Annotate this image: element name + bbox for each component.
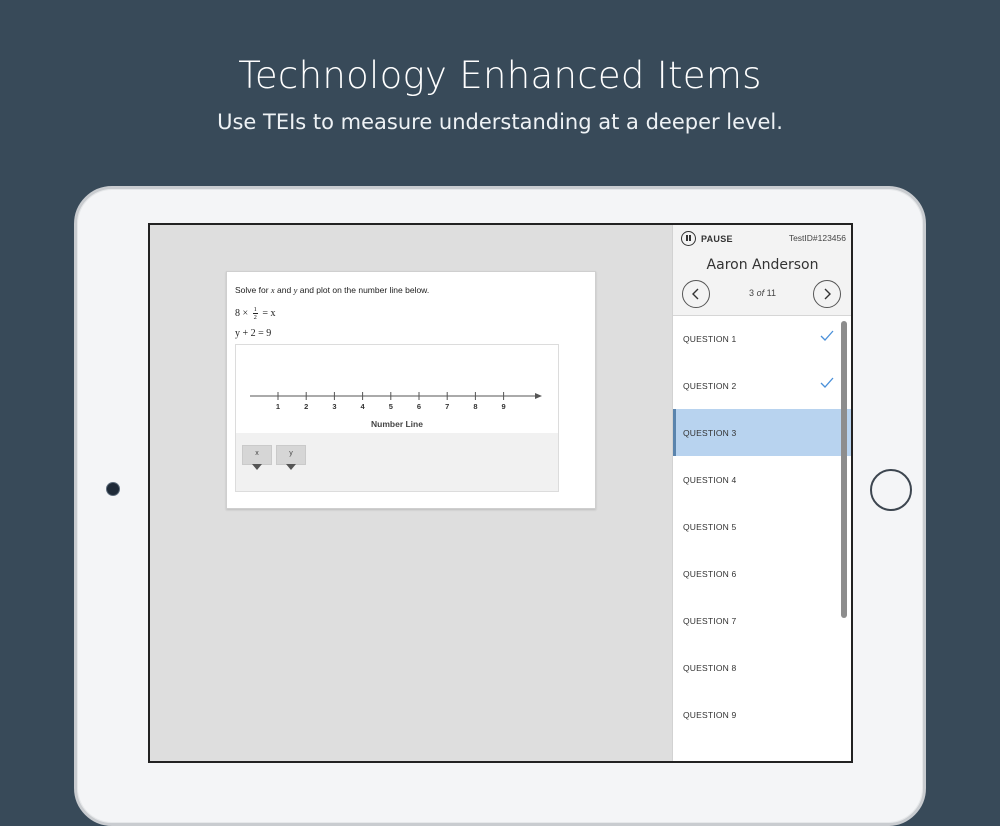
question-label: QUESTION 6 xyxy=(683,568,737,579)
number-line-tick-label: 7 xyxy=(445,402,449,411)
number-line-caption: Number Line xyxy=(371,419,423,429)
question-content-area: Solve for x and y and plot on the number… xyxy=(150,225,672,761)
chevron-right-icon xyxy=(824,288,831,300)
number-line-tick-label: 6 xyxy=(417,402,421,411)
question-label: QUESTION 4 xyxy=(683,474,737,485)
pause-icon xyxy=(681,231,696,246)
question-list-item[interactable]: QUESTION 2 xyxy=(673,362,851,409)
question-list-item[interactable]: QUESTION 8 xyxy=(673,644,851,691)
question-label: QUESTION 3 xyxy=(683,427,737,438)
question-list: QUESTION 1 QUESTION 2 QUESTION 3 QUESTION 4… xyxy=(673,315,851,738)
number-line-arrow xyxy=(535,393,542,399)
question-list-item[interactable]: QUESTION 9 xyxy=(673,691,851,738)
token-x[interactable]: x xyxy=(242,445,272,470)
test-id: TestID#123456 xyxy=(788,233,846,243)
question-sidebar: PAUSE TestID#123456 Aaron Anderson 3 of … xyxy=(672,225,851,761)
equation-2: y + 2 = 9 xyxy=(235,328,272,339)
pause-button[interactable]: PAUSE xyxy=(681,231,733,246)
number-line-tick-label: 2 xyxy=(304,402,308,411)
token-y[interactable]: y xyxy=(276,445,306,470)
home-button[interactable] xyxy=(870,469,912,511)
question-label: QUESTION 2 xyxy=(683,380,737,391)
next-question-button[interactable] xyxy=(813,280,841,308)
hero-subtitle: Use TEIs to measure understanding at a d… xyxy=(217,110,783,134)
pause-label: PAUSE xyxy=(701,233,733,244)
question-label: QUESTION 5 xyxy=(683,521,737,532)
hero-title: Technology Enhanced Items xyxy=(238,54,762,97)
number-line-tick-label: 1 xyxy=(276,402,280,411)
question-list-item[interactable]: QUESTION 1 xyxy=(673,315,851,362)
question-list-item[interactable]: QUESTION 5 xyxy=(673,503,851,550)
token-tray: x y xyxy=(236,433,558,491)
number-line-tick-label: 4 xyxy=(361,402,366,411)
sidebar-header: PAUSE TestID#123456 Aaron Anderson 3 of … xyxy=(673,225,851,316)
question-list-item[interactable]: QUESTION 4 xyxy=(673,456,851,503)
number-line[interactable]: 1 2 3 4 5 6 7 8 9 xyxy=(236,345,558,419)
checkmark-icon xyxy=(820,377,834,388)
equation-1: 8 × 12 = x xyxy=(235,306,276,321)
fraction: 12 xyxy=(252,306,258,321)
student-name: Aaron Anderson xyxy=(706,257,819,273)
checkmark-icon xyxy=(820,330,834,341)
number-line-tick-label: 3 xyxy=(332,402,336,411)
question-prompt: Solve for x and y and plot on the number… xyxy=(235,285,430,295)
scrollbar[interactable] xyxy=(841,321,847,618)
question-card: Solve for x and y and plot on the number… xyxy=(226,271,596,509)
question-list-item[interactable]: QUESTION 3 xyxy=(673,409,851,456)
tablet-screen: Solve for x and y and plot on the number… xyxy=(148,223,853,763)
number-line-tick-label: 5 xyxy=(389,402,393,411)
question-label: QUESTION 9 xyxy=(683,709,737,720)
number-line-panel: 1 2 3 4 5 6 7 8 9 Number Line x y xyxy=(235,344,559,492)
question-label: QUESTION 1 xyxy=(683,333,737,344)
question-list-item[interactable]: QUESTION 6 xyxy=(673,550,851,597)
number-line-tick-label: 8 xyxy=(473,402,477,411)
camera-icon xyxy=(106,482,120,496)
question-list-item[interactable]: QUESTION 7 xyxy=(673,597,851,644)
number-line-tick-label: 9 xyxy=(502,402,506,411)
question-label: QUESTION 8 xyxy=(683,662,737,673)
question-label: QUESTION 7 xyxy=(683,615,737,626)
